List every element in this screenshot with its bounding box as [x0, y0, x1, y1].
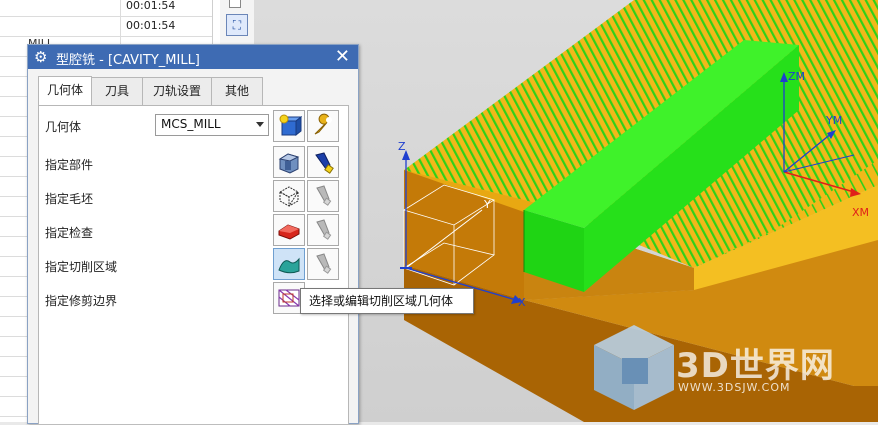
wrench-icon [314, 113, 332, 135]
display-blank-button[interactable] [307, 180, 339, 212]
geometry-select[interactable]: MCS_MILL [155, 114, 269, 136]
specify-cut-area-label: 指定切削区域 [45, 260, 118, 274]
fit-view-icon[interactable]: ⛶ [226, 14, 248, 36]
check-body-icon [278, 224, 300, 240]
wcs-z-label: Z [398, 140, 406, 153]
cut-area-icon [278, 257, 300, 274]
geometry-label: 几何体 [45, 120, 82, 134]
specify-check-label: 指定检查 [45, 226, 94, 240]
tooltip: 选择或编辑切削区域几何体 [300, 288, 474, 314]
trim-boundary-icon [278, 289, 300, 307]
time-cell: 00:01:54 [126, 0, 176, 12]
specify-part-button[interactable] [273, 146, 305, 178]
gear-icon: ⚙ [34, 48, 48, 66]
geometry-select-value: MCS_MILL [161, 117, 221, 131]
tab-other[interactable]: 其他 [211, 77, 263, 105]
specify-trim-boundary-label: 指定修剪边界 [45, 294, 118, 308]
geometry-panel: 几何体 MCS_MILL 指定部件 指定毛坯 指定检查 指定切削区域 指定修剪边… [38, 105, 349, 424]
flashlight-disabled-icon [316, 219, 332, 240]
wcs-x-label: X [518, 296, 526, 309]
display-check-button[interactable] [307, 214, 339, 246]
tab-geometry[interactable]: 几何体 [38, 76, 92, 106]
flashlight-disabled-icon [316, 253, 332, 274]
mcs-xm-label: XM [852, 206, 870, 219]
dialog-title: 型腔铣 - [CAVITY_MILL] [56, 53, 200, 68]
mcs-ym-label: YM [826, 114, 843, 127]
new-geometry-icon [279, 114, 302, 137]
watermark-url: WWW.3DSJW.COM [678, 381, 791, 394]
mcs-zm-label: ZM [788, 70, 806, 83]
side-checkbox[interactable] [229, 0, 241, 8]
watermark-text: 3D世界网 [676, 346, 835, 386]
table-row: 00:01:54 [0, 16, 212, 37]
specify-check-button[interactable] [273, 214, 305, 246]
specify-blank-label: 指定毛坯 [45, 192, 94, 206]
specify-cut-area-button[interactable] [273, 248, 305, 280]
blank-box-icon [278, 186, 300, 207]
table-row: 00:01:54 [0, 0, 212, 17]
part-body-icon [278, 153, 300, 174]
flashlight-icon [315, 152, 334, 174]
tab-path-settings[interactable]: 刀轨设置 [142, 77, 212, 105]
flashlight-disabled-icon [316, 185, 332, 206]
time-cell: 00:01:54 [126, 19, 176, 32]
edit-geometry-button[interactable] [307, 110, 339, 142]
wcs-y-label: Y [484, 198, 491, 211]
specify-blank-button[interactable] [273, 180, 305, 212]
chevron-down-icon [256, 122, 264, 127]
display-part-button[interactable] [307, 146, 339, 178]
tab-tool[interactable]: 刀具 [91, 77, 143, 105]
close-icon[interactable]: ✕ [335, 46, 350, 68]
new-geometry-button[interactable] [273, 110, 305, 142]
dialog-title-bar[interactable]: ⚙ 型腔铣 - [CAVITY_MILL] ✕ [28, 45, 358, 69]
cavity-mill-dialog: ⚙ 型腔铣 - [CAVITY_MILL] ✕ 几何体 刀具 刀轨设置 其他 几… [27, 44, 359, 424]
specify-part-label: 指定部件 [45, 158, 94, 172]
display-cut-area-button[interactable] [307, 248, 339, 280]
